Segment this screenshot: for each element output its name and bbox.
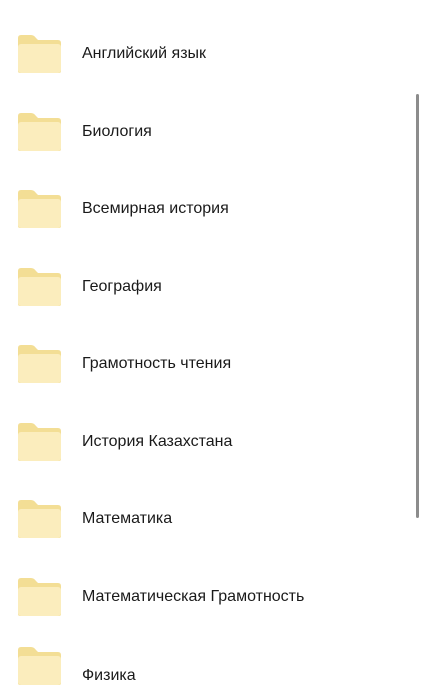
folder-name: Английский язык — [82, 45, 207, 62]
folder-name: Биология — [82, 123, 152, 140]
folder-list: Английский язык Биология Всемирная истор… — [0, 0, 423, 698]
folder-icon — [16, 344, 62, 384]
folder-item[interactable]: Английский язык — [0, 26, 400, 82]
folder-item[interactable]: Математическая Грамотность — [0, 569, 400, 625]
folder-icon — [16, 34, 62, 74]
folder-icon — [16, 646, 62, 686]
folder-icon — [16, 189, 62, 229]
folder-name: География — [82, 278, 162, 295]
folder-name: Всемирная история — [82, 200, 229, 217]
folder-item[interactable]: Биология — [0, 104, 400, 160]
folder-item[interactable]: Грамотность чтения — [0, 336, 400, 392]
scrollbar[interactable] — [416, 94, 419, 518]
folder-item[interactable]: Физика — [0, 638, 400, 694]
folder-item[interactable]: Всемирная история — [0, 181, 400, 237]
folder-icon — [16, 267, 62, 307]
folder-name: История Казахстана — [82, 433, 233, 450]
folder-icon — [16, 577, 62, 617]
folder-name: Грамотность чтения — [82, 355, 232, 372]
folder-name: Математика — [82, 510, 173, 527]
folder-name: Математическая Грамотность — [82, 588, 305, 605]
folder-icon — [16, 112, 62, 152]
folder-name: Физика — [82, 667, 136, 684]
folder-item[interactable]: История Казахстана — [0, 414, 400, 470]
folder-icon — [16, 422, 62, 462]
folder-item[interactable]: География — [0, 259, 400, 315]
folder-item[interactable]: Математика — [0, 491, 400, 547]
folder-icon — [16, 499, 62, 539]
